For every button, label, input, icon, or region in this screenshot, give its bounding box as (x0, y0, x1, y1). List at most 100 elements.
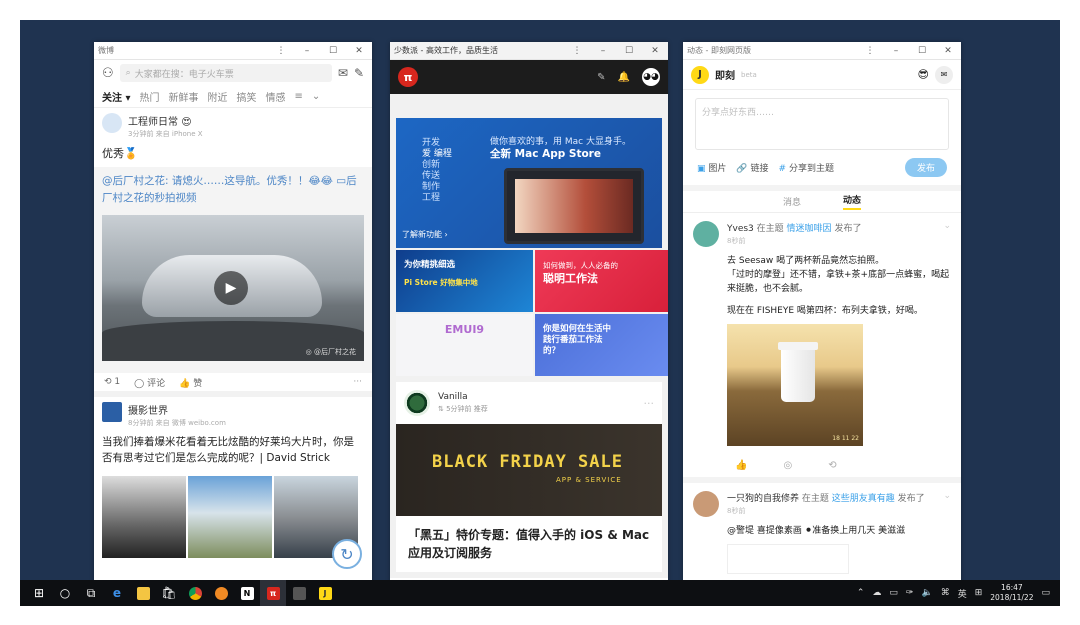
tab-news[interactable]: 新鲜事 (169, 89, 199, 104)
brand-name[interactable]: 即刻 (715, 67, 735, 82)
promo-tile-smart-work[interactable]: 如何做到，人人必备的 聪明工作法 (535, 250, 668, 312)
more-icon[interactable]: ··· (353, 377, 362, 387)
minimize-button[interactable]: – (590, 46, 616, 56)
avatar[interactable] (102, 402, 122, 422)
comment-icon[interactable]: ◎ (783, 460, 792, 471)
sspai-titlebar[interactable]: 少数派 - 高效工作，品质生活 ⋮ – ☐ ✕ (390, 42, 668, 60)
image-button[interactable]: ▣ 图片 (697, 161, 726, 174)
avatar[interactable]: ◕◕ (642, 68, 660, 86)
mail-icon[interactable]: ✉ (338, 66, 348, 80)
notification-icon[interactable]: ▭ (1041, 588, 1050, 598)
compose-icon[interactable]: ✎ (354, 66, 364, 80)
comment-button[interactable]: ◯ 评论 (134, 376, 165, 389)
post-author[interactable]: 工程师日常 (128, 117, 178, 128)
avatar[interactable] (102, 113, 122, 133)
jike-logo[interactable]: J (691, 65, 709, 84)
tab-feed[interactable]: 动态 (843, 193, 862, 210)
post-user[interactable]: Yves3 (727, 224, 754, 234)
menu-icon[interactable]: ⋮ (564, 46, 590, 56)
promo-tile-emui[interactable]: EMUI9 (396, 314, 533, 376)
notion-icon[interactable]: N (234, 580, 260, 606)
post-attachment[interactable] (727, 544, 849, 574)
avatar[interactable] (404, 390, 430, 416)
close-button[interactable]: ✕ (642, 46, 668, 56)
card-author[interactable]: Vanilla (438, 392, 488, 402)
photo-thumbnail[interactable] (188, 476, 272, 558)
like-icon[interactable]: 👍 (735, 460, 747, 471)
close-button[interactable]: ✕ (935, 46, 961, 56)
keyboard-icon[interactable]: ⊞ (975, 588, 983, 598)
avatar[interactable]: 😎 (918, 68, 929, 81)
mac-app-store-banner[interactable]: 开发 爱 编程 创新 传送 制作 工程 做你喜欢的事，用 Mac 大显身手。 全… (396, 118, 662, 248)
video-player[interactable]: ▶ ◎ @后厂村之花 (102, 215, 364, 361)
close-button[interactable]: ✕ (346, 46, 372, 56)
weibo-titlebar[interactable]: 微博 ⋮ – ☐ ✕ (94, 42, 372, 60)
bell-icon[interactable]: 🔔 (618, 72, 630, 83)
menu-icon[interactable]: ⋮ (857, 46, 883, 56)
search-input[interactable]: ⌕ 大家都在搜：电子火车票 (119, 64, 332, 82)
tab-following[interactable]: 关注 ▾ (102, 89, 131, 104)
firefox-icon[interactable] (208, 580, 234, 606)
volume-icon[interactable]: 🔈 (921, 588, 932, 598)
maximize-button[interactable]: ☐ (320, 46, 346, 56)
profile-icon[interactable]: ⚇ (102, 66, 114, 81)
jike-app-icon[interactable]: J (312, 580, 338, 606)
topic-link[interactable]: 情迷咖啡因 (787, 224, 832, 234)
tab-more-icon[interactable]: ≡ (295, 91, 303, 102)
promo-tile-pomodoro[interactable]: 你是如何在生活中践行番茄工作法的？ (535, 314, 668, 376)
chevron-up-icon[interactable]: ⌃ (857, 588, 865, 598)
chevron-down-icon[interactable]: ⌄ (943, 491, 951, 504)
repost-text[interactable]: @后厂村之花: 请熄火……这导航。优秀！！😂😂 ▭后厂村之花的秒拍视频 (102, 173, 364, 207)
tab-nearby[interactable]: 附近 (208, 89, 228, 104)
app-window-icon[interactable] (286, 580, 312, 606)
chevron-down-icon[interactable]: ⌄ (312, 91, 320, 102)
sspai-app-icon[interactable]: π (260, 580, 286, 606)
clock[interactable]: 16:47 2018/11/22 (990, 583, 1033, 603)
post-user[interactable]: 一只狗的自我修养 (727, 494, 799, 504)
windows-start-icon[interactable]: ⊞ (26, 580, 52, 606)
play-icon[interactable]: ▶ (214, 271, 248, 305)
compose-input[interactable]: 分享点好东西…… (695, 98, 949, 150)
avatar[interactable] (693, 221, 719, 247)
menu-icon[interactable]: ⋮ (268, 46, 294, 56)
mail-icon[interactable]: ✉ (935, 65, 953, 84)
article-title[interactable]: 「黑五」特价专题：值得入手的 iOS & Mac 应用及订阅服务 (396, 516, 662, 572)
link-button[interactable]: 🔗 链接 (736, 161, 768, 174)
jike-titlebar[interactable]: 动态 - 即刻网页版 ⋮ – ☐ ✕ (683, 42, 961, 60)
post-author[interactable]: 摄影世界 (128, 402, 226, 417)
battery-icon[interactable]: ▭ (889, 588, 898, 598)
chrome-icon[interactable] (182, 580, 208, 606)
network-icon[interactable]: ⌘ (941, 588, 950, 598)
maximize-button[interactable]: ☐ (909, 46, 935, 56)
cloud-icon[interactable]: ☁ (872, 588, 881, 598)
file-explorer-icon[interactable] (130, 580, 156, 606)
ime-indicator[interactable]: 英 (958, 587, 967, 600)
post-photo[interactable]: 18 11 22 (727, 324, 863, 446)
edge-icon[interactable]: e (104, 580, 130, 606)
minimize-button[interactable]: – (883, 46, 909, 56)
tab-emotion[interactable]: 情感 (266, 89, 286, 104)
photo-thumbnail[interactable] (102, 476, 186, 558)
banner-more-link[interactable]: 了解新功能 › (402, 229, 448, 240)
pencil-icon[interactable]: ✎ (597, 72, 605, 83)
sspai-logo[interactable]: π (398, 67, 418, 87)
repost-button[interactable]: ⟲ 1 (104, 377, 120, 387)
promo-tile-pi-store[interactable]: 为你精挑细选 Pi Store 好物集中地 (396, 250, 533, 312)
maximize-button[interactable]: ☐ (616, 46, 642, 56)
chevron-down-icon[interactable]: ⌄ (943, 221, 951, 234)
search-icon[interactable]: ○ (52, 580, 78, 606)
publish-button[interactable]: 发布 (904, 158, 947, 177)
more-icon[interactable]: ··· (644, 397, 655, 410)
avatar[interactable] (693, 491, 719, 517)
minimize-button[interactable]: – (294, 46, 320, 56)
share-icon[interactable]: ⟲ (828, 460, 836, 471)
tab-messages[interactable]: 消息 (783, 195, 801, 208)
store-icon[interactable]: 🛍 (156, 580, 182, 606)
pen-icon[interactable]: ✑ (906, 588, 914, 598)
like-button[interactable]: 👍 赞 (179, 376, 202, 389)
topic-button[interactable]: # 分享到主题 (779, 161, 834, 174)
topic-link[interactable]: 这些朋友真有趣 (832, 494, 895, 504)
black-friday-image[interactable]: BLACK FRIDAY SALE APP & SERVICE (396, 424, 662, 516)
task-view-icon[interactable]: ⧉ (78, 580, 104, 606)
refresh-icon[interactable]: ↻ (332, 539, 362, 569)
